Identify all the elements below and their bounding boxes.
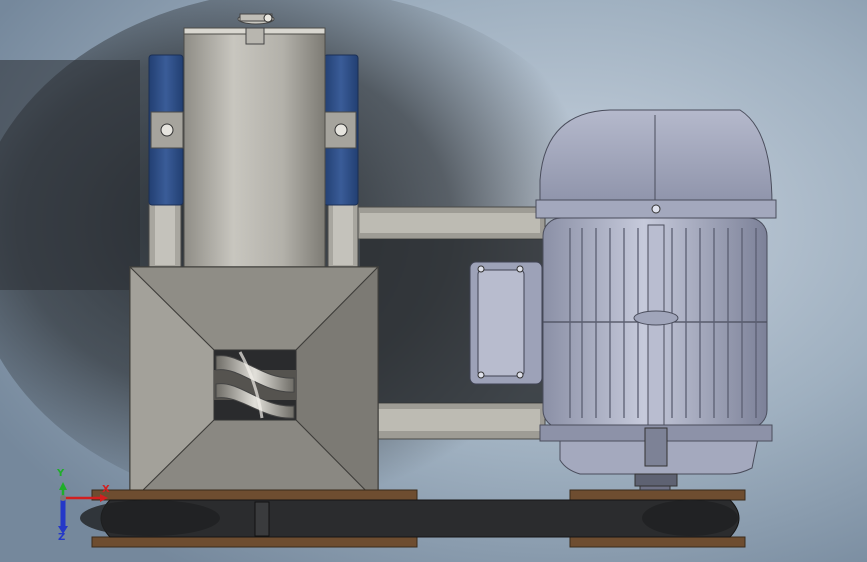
clamp-right-icon[interactable] [323, 54, 359, 206]
y-axis-label: Y [57, 468, 65, 479]
graphics-viewport[interactable]: X Y Z [0, 0, 867, 562]
cad-model-scene[interactable] [0, 0, 867, 562]
x-axis-label: X [102, 484, 110, 495]
clamp-left-icon[interactable] [148, 54, 184, 206]
cylinder-icon[interactable] [183, 13, 326, 269]
coordinate-triad: X Y Z [40, 468, 120, 548]
z-axis-label: Z [58, 532, 66, 543]
